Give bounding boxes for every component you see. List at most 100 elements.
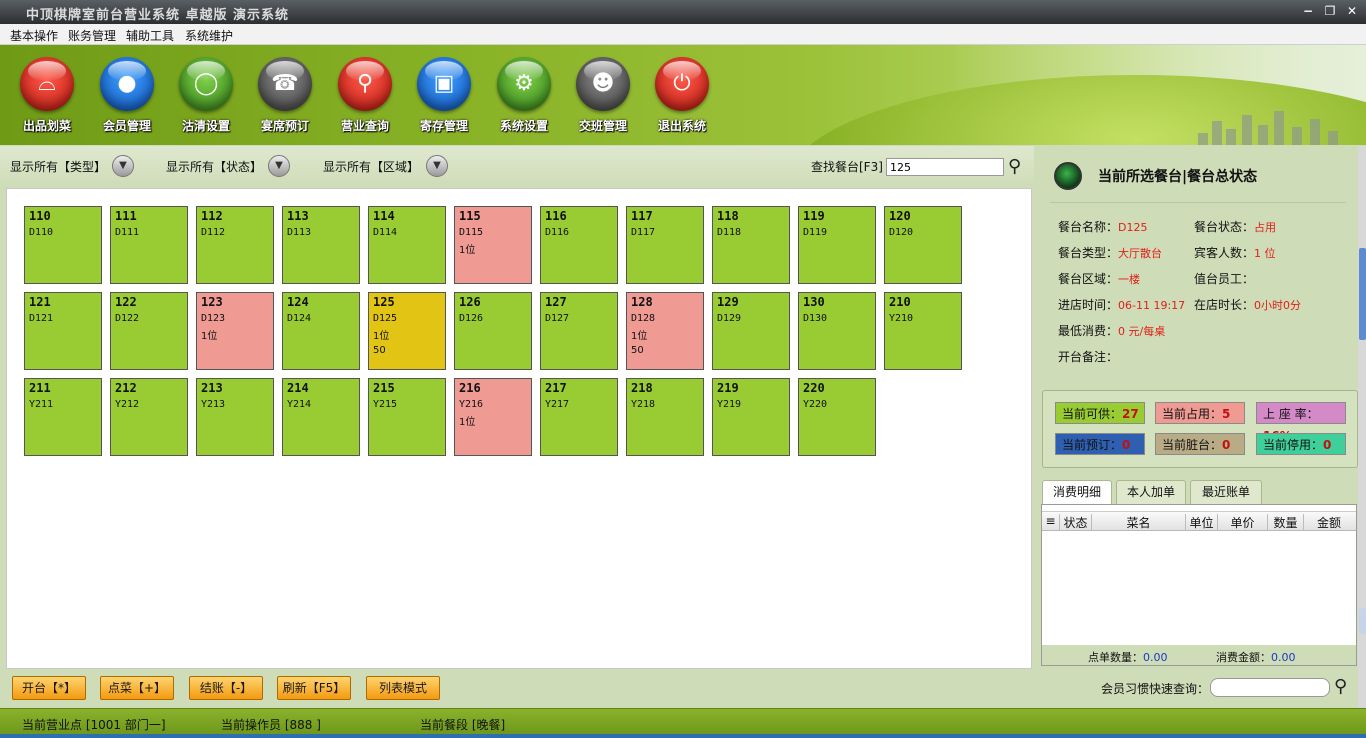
col-amount[interactable]: 金额 [1304, 514, 1354, 530]
table-tile[interactable]: 110 D110 [24, 206, 102, 284]
member-search-input[interactable] [1210, 678, 1330, 697]
table-tile[interactable]: 126 D126 [454, 292, 532, 370]
tool-label: 出品划菜 [22, 119, 71, 133]
table-tile[interactable]: 217 Y217 [540, 378, 618, 456]
table-tile[interactable]: 210 Y210 [884, 292, 962, 370]
maximize-icon[interactable]: ❐ [1322, 3, 1338, 19]
tool-exit-button[interactable]: ⏻ 退出系统 [647, 57, 717, 137]
table-number: 113 [287, 209, 309, 223]
scrollbar-thumb[interactable] [1359, 248, 1366, 340]
stats-box: 当前可供：27 当前占用：5 上 座 率：16% 当前预订：0 当前脏台：0 当… [1042, 390, 1358, 468]
table-tile[interactable]: 128 D128 1位 50 [626, 292, 704, 370]
table-tile[interactable]: 118 D118 [712, 206, 790, 284]
checkout-button[interactable]: 结账【-】 [189, 676, 263, 700]
table-tile[interactable]: 117 D117 [626, 206, 704, 284]
table-tile[interactable]: 220 Y220 [798, 378, 876, 456]
tool-storage-button[interactable]: ▣ 寄存管理 [409, 57, 479, 137]
table-tile[interactable]: 119 D119 [798, 206, 876, 284]
table-amount: 50 [631, 345, 644, 356]
table-code: Y219 [717, 399, 742, 410]
table-tile[interactable]: 114 D114 [368, 206, 446, 284]
table-tile[interactable]: 121 D121 [24, 292, 102, 370]
table-tile[interactable]: 130 D130 [798, 292, 876, 370]
tool-dispatch-button[interactable]: ⌓ 出品划菜 [12, 57, 82, 137]
filter-area-label: 显示所有【区域】 [323, 160, 420, 174]
table-code: D118 [717, 227, 742, 238]
table-tile[interactable]: 111 D111 [110, 206, 188, 284]
chevron-down-icon[interactable]: ▼ [112, 155, 134, 177]
search-icon[interactable]: ⚲ [1334, 676, 1347, 697]
col-dish[interactable]: 菜名 [1092, 514, 1186, 530]
tab-consumption[interactable]: 消费明细 [1042, 480, 1112, 504]
table-number: 212 [115, 381, 137, 395]
order-button[interactable]: 点菜【+】 [100, 676, 174, 700]
open-table-button[interactable]: 开台【*】 [12, 676, 86, 700]
table-tile[interactable]: 112 D112 [196, 206, 274, 284]
table-tile[interactable]: 123 D123 1位 [196, 292, 274, 370]
tab-recent-bills[interactable]: 最近账单 [1190, 480, 1262, 504]
tool-member-button[interactable]: ● 会员管理 [92, 57, 162, 137]
table-tile[interactable]: 125 D125 1位 50 [368, 292, 446, 370]
table-tile[interactable]: 213 Y213 [196, 378, 274, 456]
tool-reservation-button[interactable]: ☎ 宴席预订 [250, 57, 320, 137]
table-guests: 1位 [373, 331, 390, 342]
col-unit[interactable]: 单位 [1186, 514, 1218, 530]
table-tile[interactable]: 129 D129 [712, 292, 790, 370]
scrollbar-thumb-lower[interactable] [1359, 608, 1366, 634]
status-business-point: 当前营业点 [1001 部门一] [22, 718, 166, 732]
table-tile[interactable]: 115 D115 1位 [454, 206, 532, 284]
table-tile[interactable]: 122 D122 [110, 292, 188, 370]
table-code: Y215 [373, 399, 398, 410]
bottom-edge [0, 734, 1366, 738]
tool-query-button[interactable]: ⚲ 营业查询 [330, 57, 400, 137]
tool-shift-button[interactable]: ☻ 交班管理 [568, 57, 638, 137]
list-icon[interactable]: ≡ [1042, 514, 1060, 530]
minimize-icon[interactable]: − [1300, 3, 1316, 19]
menu-maintenance[interactable]: 系统维护 [185, 27, 233, 44]
table-tile[interactable]: 124 D124 [282, 292, 360, 370]
table-code: D124 [287, 313, 312, 324]
total-amount: 消费金额：0.00 [1216, 651, 1296, 664]
table-tile[interactable]: 211 Y211 [24, 378, 102, 456]
close-icon[interactable]: ✕ [1344, 3, 1360, 19]
member-icon: ● [100, 57, 154, 111]
table-tile[interactable]: 215 Y215 [368, 378, 446, 456]
refresh-button[interactable]: 刷新【F5】 [277, 676, 351, 700]
stat-occupied: 当前占用：5 [1155, 402, 1245, 424]
menu-tools[interactable]: 辅助工具 [126, 27, 174, 44]
table-tile[interactable]: 120 D120 [884, 206, 962, 284]
col-qty[interactable]: 数量 [1268, 514, 1304, 530]
table-tile[interactable]: 127 D127 [540, 292, 618, 370]
table-number: 115 [459, 209, 481, 223]
table-tile[interactable]: 219 Y219 [712, 378, 790, 456]
tool-settings-button[interactable]: ⚙ 系统设置 [489, 57, 559, 137]
table-tile[interactable]: 116 D116 [540, 206, 618, 284]
tool-soldout-button[interactable]: ◯ 沽清设置 [171, 57, 241, 137]
chevron-down-icon[interactable]: ▼ [268, 155, 290, 177]
menu-basic-ops[interactable]: 基本操作 [10, 27, 58, 44]
table-tile[interactable]: 212 Y212 [110, 378, 188, 456]
col-status[interactable]: 状态 [1060, 514, 1092, 530]
table-search-input[interactable] [886, 158, 1004, 176]
table-tile[interactable]: 214 Y214 [282, 378, 360, 456]
tool-label: 沽清设置 [181, 119, 230, 133]
tool-label: 营业查询 [340, 119, 389, 133]
table-code: D112 [201, 227, 226, 238]
table-number: 127 [545, 295, 567, 309]
list-mode-button[interactable]: 列表模式 [366, 676, 440, 700]
table-code: Y211 [29, 399, 54, 410]
table-number: 215 [373, 381, 395, 395]
menu-accounts[interactable]: 账务管理 [68, 27, 116, 44]
table-code: D115 [459, 227, 484, 238]
panel-title: 当前所选餐台|餐台总状态 [1098, 169, 1258, 185]
table-tile[interactable]: 218 Y218 [626, 378, 704, 456]
tab-my-orders[interactable]: 本人加单 [1116, 480, 1186, 504]
table-tile[interactable]: 113 D113 [282, 206, 360, 284]
search-icon[interactable]: ⚲ [1008, 156, 1028, 177]
field-type: 餐台类型：大厅散台 [1058, 246, 1163, 260]
chevron-down-icon[interactable]: ▼ [426, 155, 448, 177]
table-tile[interactable]: 216 Y216 1位 [454, 378, 532, 456]
table-number: 129 [717, 295, 739, 309]
table-number: 111 [115, 209, 137, 223]
col-price[interactable]: 单价 [1218, 514, 1268, 530]
